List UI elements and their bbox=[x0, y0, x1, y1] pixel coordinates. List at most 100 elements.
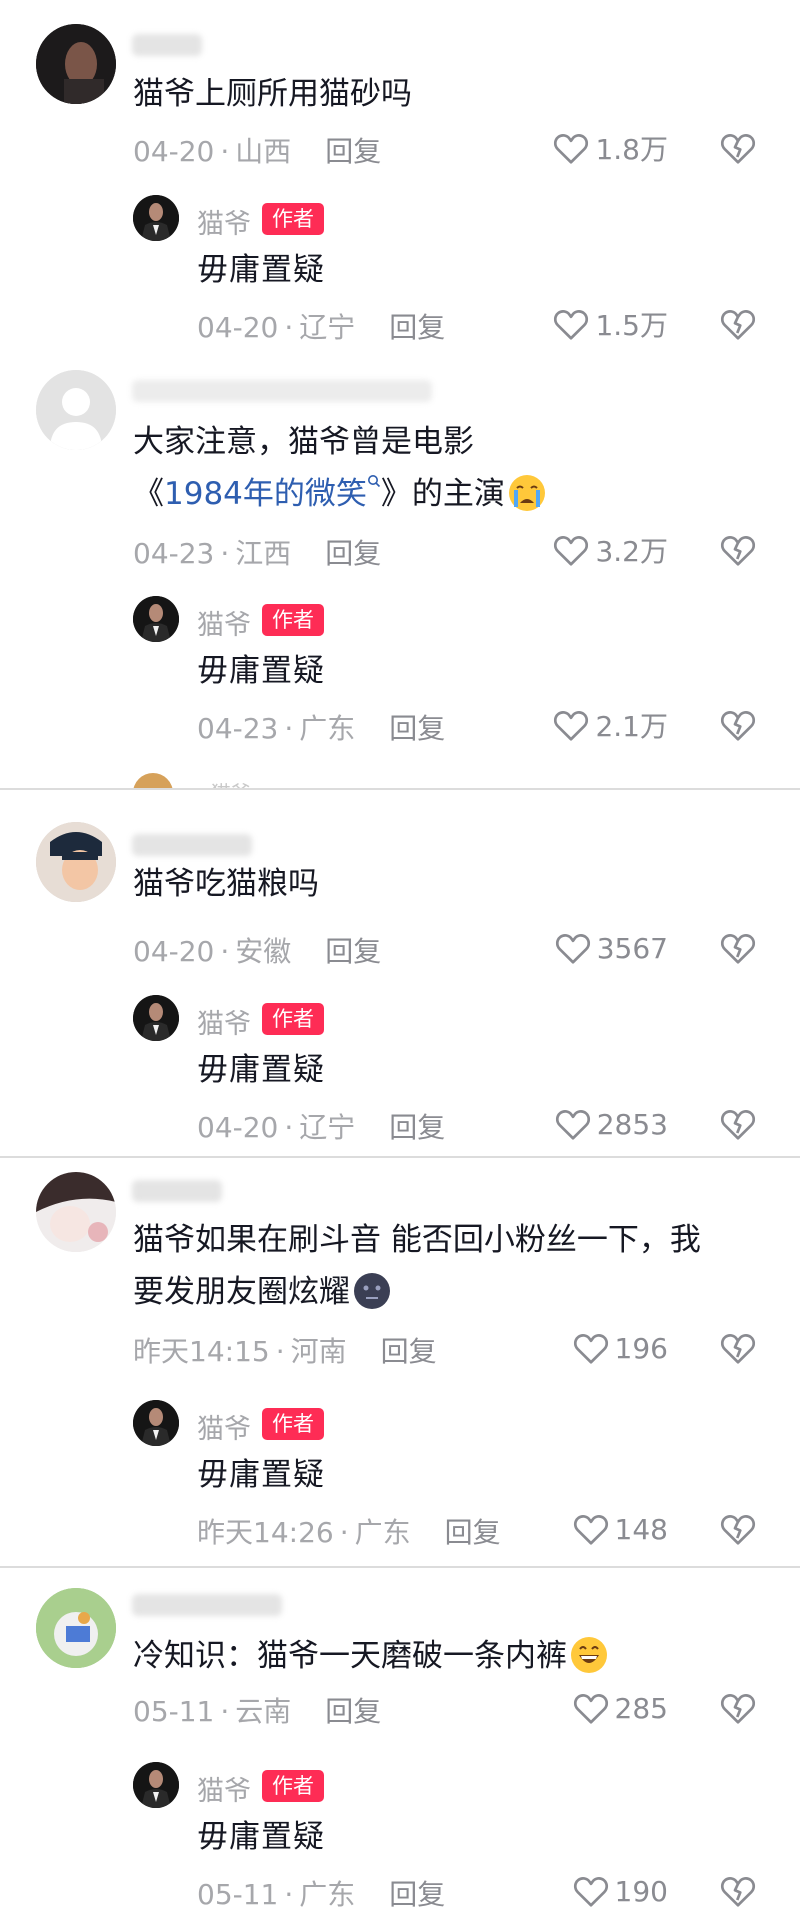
heart-icon bbox=[555, 934, 590, 964]
reply-button[interactable]: 回复 bbox=[389, 1111, 445, 1144]
comment-region: 云南 bbox=[235, 1695, 292, 1728]
reply-region: 广东 bbox=[299, 1878, 356, 1911]
comment-date: 05-11 bbox=[133, 1695, 215, 1728]
reply-date: 05-11 bbox=[197, 1878, 279, 1911]
dislike-icon[interactable] bbox=[720, 1331, 756, 1365]
reply-date: 04-20 bbox=[197, 311, 279, 344]
reply-region: 辽宁 bbox=[299, 1111, 356, 1144]
author-name[interactable]: 猫爷 bbox=[197, 202, 251, 241]
dislike-icon[interactable] bbox=[720, 708, 756, 742]
dislike-icon[interactable] bbox=[720, 1874, 756, 1908]
reply-button[interactable]: 回复 bbox=[325, 135, 381, 168]
author-badge: 作者 bbox=[262, 203, 324, 235]
reply-button[interactable]: 回复 bbox=[389, 1878, 445, 1911]
like-count: 2853 bbox=[596, 1107, 668, 1141]
reply-region: 广东 bbox=[299, 712, 356, 745]
comment-meta: 昨天14:15 · 河南 回复 bbox=[133, 1335, 437, 1368]
comment-panel-4: 冷知识：猫爷一天磨破一条内裤 05-11 · 云南 回复 285 猫爷 作者 毋庸置疑… bbox=[0, 1568, 800, 1926]
reply-meta: 04-20 · 辽宁 回复 bbox=[197, 1111, 446, 1144]
comment-panel-3: 猫爷如果在刷斗音 能否回小粉丝一下，我 要发朋友圈炫耀 昨天14:15 · 河南 回复… bbox=[0, 1158, 800, 1566]
username-blurred[interactable] bbox=[132, 380, 432, 402]
like-count: 148 bbox=[614, 1512, 668, 1546]
like-button[interactable]: 2853 bbox=[555, 1104, 668, 1144]
author-name[interactable]: 猫爷 bbox=[197, 1002, 251, 1041]
reply-button[interactable]: 回复 bbox=[389, 712, 445, 745]
user-avatar[interactable] bbox=[36, 1588, 116, 1668]
search-icon bbox=[367, 475, 380, 488]
user-avatar[interactable] bbox=[36, 370, 116, 450]
reply-button[interactable]: 回复 bbox=[325, 935, 381, 968]
dark-face-emoji-icon bbox=[354, 1272, 390, 1309]
reply-button[interactable]: 回复 bbox=[381, 1335, 437, 1368]
dislike-icon[interactable] bbox=[720, 533, 756, 567]
reply-meta: 04-20 · 辽宁 回复 bbox=[197, 311, 446, 344]
dislike-icon[interactable] bbox=[720, 131, 756, 165]
comment-meta: 04-20 · 安徽 回复 bbox=[133, 935, 382, 968]
reply-button[interactable]: 回复 bbox=[445, 1516, 501, 1549]
reply-meta: 昨天14:26 · 广东 回复 bbox=[197, 1516, 501, 1549]
cutoff-avatar bbox=[133, 773, 173, 788]
dislike-icon[interactable] bbox=[720, 931, 756, 965]
cutoff-text: · 猫爷 bbox=[198, 777, 251, 788]
user-avatar[interactable] bbox=[36, 1172, 116, 1252]
comment-date: 昨天14:15 bbox=[133, 1335, 270, 1368]
reply-text: 毋庸置疑 bbox=[197, 252, 325, 288]
author-name[interactable]: 猫爷 bbox=[197, 1769, 251, 1808]
dislike-icon[interactable] bbox=[720, 1691, 756, 1725]
comment-region: 安徽 bbox=[235, 935, 292, 968]
reply-meta: 05-11 · 广东 回复 bbox=[197, 1878, 446, 1911]
author-name[interactable]: 猫爷 bbox=[197, 1407, 251, 1446]
movie-link[interactable]: 1984年的微笑 bbox=[164, 475, 381, 512]
like-count: 3.2万 bbox=[595, 535, 668, 568]
like-button[interactable]: 3.2万 bbox=[553, 530, 668, 570]
username-blurred[interactable] bbox=[132, 1594, 282, 1616]
username-blurred[interactable] bbox=[132, 34, 202, 56]
dislike-icon[interactable] bbox=[720, 307, 756, 341]
comment-text: 大家注意，猫爷曾是电影 《1984年的微笑 》的主演 bbox=[133, 416, 773, 520]
crying-emoji-icon bbox=[508, 474, 545, 511]
dislike-icon[interactable] bbox=[720, 1107, 756, 1141]
like-count: 190 bbox=[614, 1874, 668, 1908]
author-avatar[interactable] bbox=[133, 195, 179, 241]
like-button[interactable]: 1.8万 bbox=[553, 128, 668, 168]
like-button[interactable]: 3567 bbox=[555, 928, 668, 968]
reply-button[interactable]: 回复 bbox=[325, 537, 381, 570]
author-badge: 作者 bbox=[262, 1770, 324, 1802]
author-name[interactable]: 猫爷 bbox=[197, 603, 251, 642]
comment-region: 河南 bbox=[290, 1335, 347, 1368]
heart-icon bbox=[554, 711, 589, 741]
user-avatar[interactable] bbox=[36, 822, 116, 902]
author-avatar[interactable] bbox=[133, 596, 179, 642]
comment-meta: 05-11 · 云南 回复 bbox=[133, 1695, 382, 1728]
like-button[interactable]: 1.5万 bbox=[553, 304, 668, 344]
like-button[interactable]: 196 bbox=[573, 1328, 668, 1368]
user-avatar[interactable] bbox=[36, 24, 116, 104]
like-button[interactable]: 285 bbox=[573, 1688, 668, 1728]
comment-meta: 04-20 · 山西 回复 bbox=[133, 135, 382, 168]
username-blurred[interactable] bbox=[132, 1180, 222, 1202]
like-button[interactable]: 148 bbox=[573, 1509, 668, 1549]
comment-region: 山西 bbox=[235, 135, 292, 168]
reply-button[interactable]: 回复 bbox=[325, 1695, 381, 1728]
author-avatar[interactable] bbox=[133, 995, 179, 1041]
like-button[interactable]: 2.1万 bbox=[553, 705, 668, 745]
comment-text: 冷知识：猫爷一天磨破一条内裤 bbox=[133, 1630, 773, 1682]
heart-icon bbox=[555, 1110, 590, 1140]
like-button[interactable]: 190 bbox=[573, 1871, 668, 1911]
reply-text: 毋庸置疑 bbox=[197, 1819, 325, 1855]
comment-text: 猫爷如果在刷斗音 能否回小粉丝一下，我 要发朋友圈炫耀 bbox=[133, 1222, 701, 1310]
like-count: 196 bbox=[614, 1331, 668, 1365]
comment-meta: 04-23 · 江西 回复 bbox=[133, 537, 382, 570]
heart-icon bbox=[573, 1694, 608, 1724]
dislike-icon[interactable] bbox=[720, 1512, 756, 1546]
heart-icon bbox=[573, 1334, 608, 1364]
like-count: 2.1万 bbox=[595, 710, 668, 743]
author-avatar[interactable] bbox=[133, 1400, 179, 1446]
username-blurred[interactable] bbox=[132, 834, 252, 856]
reply-text: 毋庸置疑 bbox=[197, 1457, 325, 1493]
reply-date: 昨天14:26 bbox=[197, 1516, 334, 1549]
comment-text: 猫爷吃猫粮吗 bbox=[133, 866, 319, 902]
reply-button[interactable]: 回复 bbox=[389, 311, 445, 344]
author-avatar[interactable] bbox=[133, 1762, 179, 1808]
like-count: 285 bbox=[614, 1691, 668, 1725]
